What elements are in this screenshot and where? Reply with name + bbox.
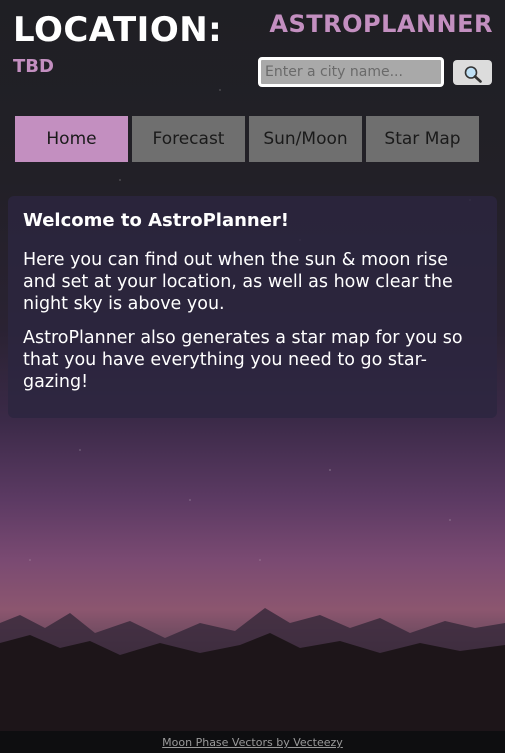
tab-sun-moon[interactable]: Sun/Moon [249, 116, 362, 162]
magnifier-icon [464, 66, 482, 83]
welcome-card: Welcome to AstroPlanner! Here you can fi… [8, 196, 497, 418]
tab-home[interactable]: Home [15, 116, 128, 162]
tab-forecast[interactable]: Forecast [132, 116, 245, 162]
welcome-paragraph: Here you can find out when the sun & moo… [23, 250, 453, 314]
city-search-input[interactable] [258, 57, 444, 87]
welcome-title: Welcome to AstroPlanner! [23, 210, 290, 231]
mountain-silhouette [0, 608, 505, 733]
attribution-link[interactable]: Moon Phase Vectors by Vecteezy [162, 736, 343, 749]
location-value: TBD [13, 56, 54, 77]
app-title: ASTROPLANNER [269, 10, 493, 38]
main-navigation: Home Forecast Sun/Moon Star Map [15, 116, 479, 162]
footer: Moon Phase Vectors by Vecteezy [0, 731, 505, 753]
welcome-paragraph: AstroPlanner also generates a star map f… [23, 328, 463, 392]
location-label: LOCATION: [13, 10, 223, 50]
tab-star-map[interactable]: Star Map [366, 116, 479, 162]
search-button[interactable] [453, 60, 492, 85]
